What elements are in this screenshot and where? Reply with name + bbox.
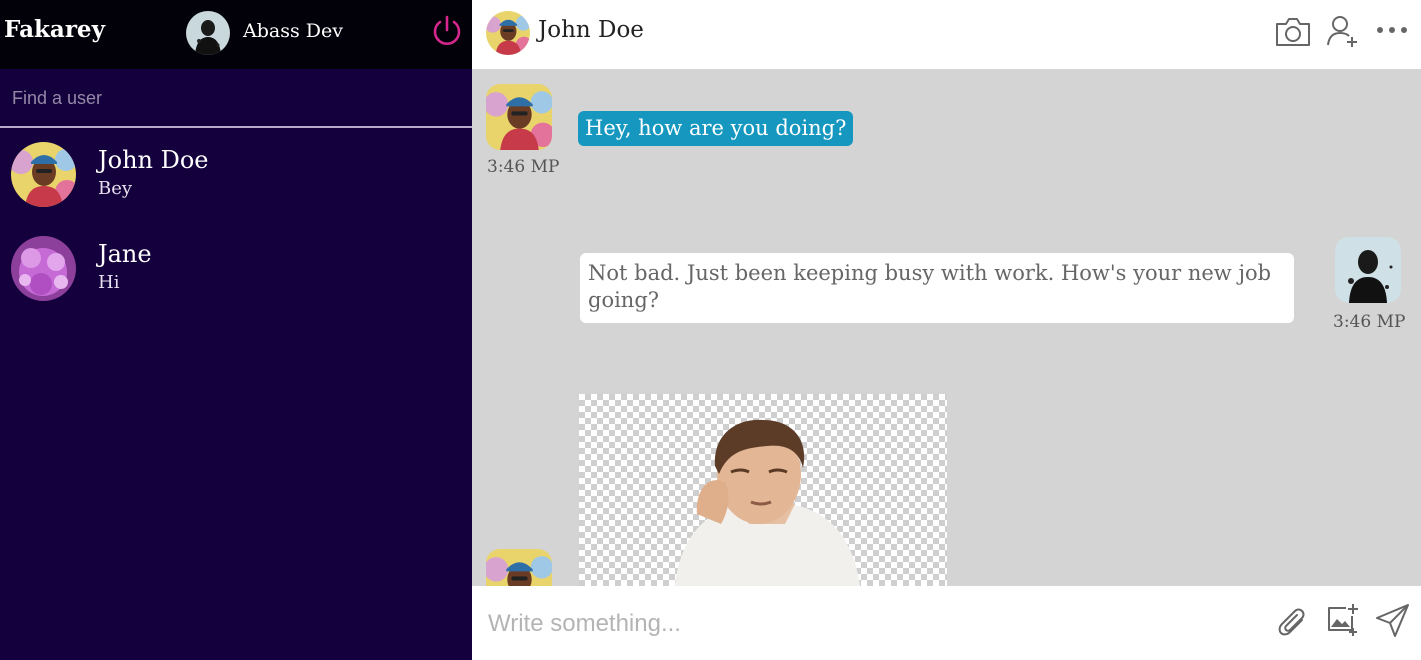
contact-item-john-doe[interactable]: John Doe Bey — [0, 128, 472, 222]
message-list[interactable]: 3:46 MP Hey, how are you doing? Not bad.… — [472, 69, 1421, 586]
contact-name: Jane — [98, 240, 152, 268]
chat-contact-name: John Doe — [538, 17, 644, 43]
add-image-icon[interactable] — [1324, 602, 1362, 640]
contact-name: John Doe — [98, 146, 209, 174]
user-search — [0, 69, 472, 128]
avatar — [11, 236, 76, 301]
contact-last-message: Bey — [98, 178, 133, 199]
contact-last-message: Hi — [98, 272, 120, 293]
chat-panel: John Doe 3:46 MP Hey, how are you doing?… — [472, 0, 1421, 660]
send-icon[interactable] — [1374, 602, 1412, 640]
message-time: 3:46 MP — [1333, 312, 1406, 332]
attach-icon[interactable] — [1272, 602, 1310, 640]
add-user-icon[interactable] — [1324, 14, 1362, 50]
avatar — [11, 142, 76, 207]
camera-icon[interactable] — [1274, 14, 1312, 50]
search-input[interactable] — [10, 81, 464, 115]
power-icon[interactable] — [430, 14, 464, 48]
sender-avatar — [486, 84, 552, 150]
message-composer — [472, 586, 1421, 660]
sidebar-header: Fakarey Abass Dev — [0, 0, 472, 69]
current-user-avatar[interactable] — [186, 11, 230, 55]
message-input[interactable] — [486, 606, 1250, 642]
image-message[interactable] — [579, 394, 947, 586]
app-brand: Fakarey — [4, 16, 105, 43]
current-user-name: Abass Dev — [243, 20, 343, 42]
message-bubble-outgoing: Not bad. Just been keeping busy with wor… — [580, 253, 1294, 323]
chat-contact-avatar[interactable] — [486, 11, 530, 55]
contact-item-jane[interactable]: Jane Hi — [0, 222, 472, 316]
sender-avatar — [486, 549, 552, 586]
more-icon[interactable] — [1373, 14, 1411, 50]
message-time: 3:46 MP — [487, 157, 560, 177]
my-avatar — [1335, 237, 1401, 303]
message-bubble-incoming: Hey, how are you doing? — [578, 111, 854, 146]
sidebar: Fakarey Abass Dev Find a user John Doe B… — [0, 0, 472, 660]
chat-header: John Doe — [472, 0, 1421, 69]
